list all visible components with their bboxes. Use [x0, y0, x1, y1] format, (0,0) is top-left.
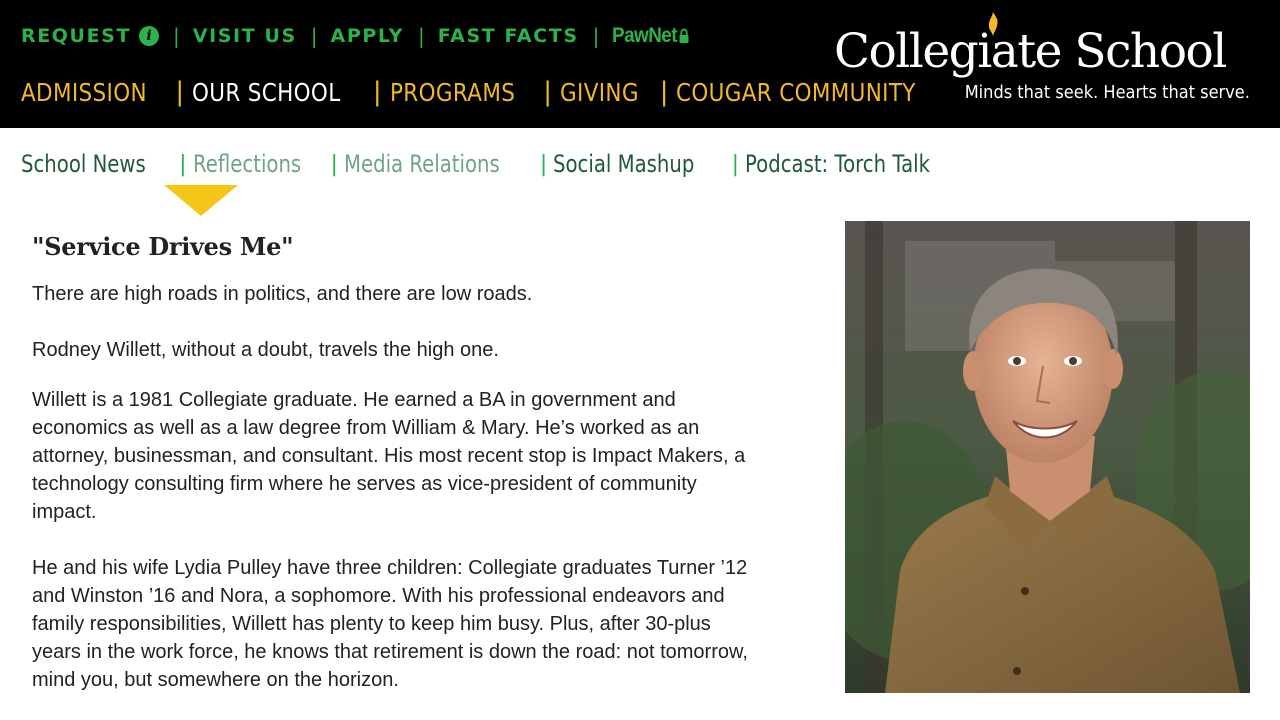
- lock-icon: [680, 28, 690, 43]
- logo-tagline: Minds that seek. Hearts that serve.: [964, 82, 1250, 103]
- pawnet-link[interactable]: PawNet: [612, 24, 690, 48]
- request-label: REQUEST: [21, 25, 132, 47]
- nav-programs[interactable]: PROGRAMS: [390, 78, 515, 107]
- section-sub-nav: School News | Reflections | Media Relati…: [21, 148, 971, 180]
- sub-nav-separator: |: [179, 151, 187, 177]
- sub-nav-social-mashup[interactable]: Social Mashup: [553, 150, 694, 178]
- logo-wordmark: Collegiate School: [834, 24, 1227, 79]
- nav-separator: |: [175, 77, 185, 107]
- nav-admission[interactable]: ADMISSION: [21, 78, 147, 107]
- pawnet-label: PawNet: [612, 24, 678, 47]
- sub-nav-media-relations[interactable]: Media Relations: [344, 150, 500, 178]
- site-header: REQUEST i | VISIT US | APPLY | FAST FACT…: [0, 0, 1280, 128]
- sub-nav-school-news[interactable]: School News: [21, 150, 146, 178]
- main-nav: ADMISSION | OUR SCHOOL | PROGRAMS | GIVI…: [21, 76, 955, 108]
- sub-nav-separator: |: [330, 151, 338, 177]
- nav-our-school[interactable]: OUR SCHOOL: [192, 78, 341, 107]
- nav-separator: |: [372, 77, 382, 107]
- sub-nav-separator: |: [731, 151, 740, 177]
- nav-separator: |: [659, 77, 669, 107]
- triangle-down-icon: [164, 185, 238, 216]
- visit-us-link[interactable]: VISIT US: [193, 25, 297, 47]
- sub-nav-separator: |: [539, 151, 548, 177]
- article-paragraph: There are high roads in politics, and th…: [32, 283, 533, 305]
- article: "Service Drives Me" There are high roads…: [32, 232, 772, 691]
- sub-nav-reflections[interactable]: Reflections: [193, 150, 301, 178]
- sub-nav-podcast-torch-talk[interactable]: Podcast: Torch Talk: [745, 150, 930, 178]
- article-paragraph: He and his wife Lydia Pulley have three …: [32, 557, 748, 691]
- portrait-illustration: [845, 221, 1250, 693]
- article-paragraph: Willett is a 1981 Collegiate graduate. H…: [32, 389, 746, 523]
- nav-separator: |: [543, 77, 552, 107]
- utility-nav: REQUEST i | VISIT US | APPLY | FAST FACT…: [21, 22, 699, 50]
- info-icon: i: [139, 26, 160, 46]
- portrait-photo: [845, 221, 1250, 693]
- utility-separator: |: [418, 24, 425, 48]
- request-link[interactable]: REQUEST i: [21, 25, 160, 47]
- school-logo[interactable]: Collegiate School Minds that seek. Heart…: [834, 12, 1254, 112]
- utility-separator: |: [592, 24, 600, 48]
- article-paragraph: Rodney Willett, without a doubt, travels…: [32, 339, 499, 361]
- article-title: "Service Drives Me": [32, 232, 294, 261]
- fast-facts-link[interactable]: FAST FACTS: [438, 25, 579, 47]
- nav-giving[interactable]: GIVING: [560, 78, 639, 107]
- utility-separator: |: [310, 24, 318, 48]
- apply-link[interactable]: APPLY: [331, 25, 404, 47]
- utility-separator: |: [173, 24, 180, 48]
